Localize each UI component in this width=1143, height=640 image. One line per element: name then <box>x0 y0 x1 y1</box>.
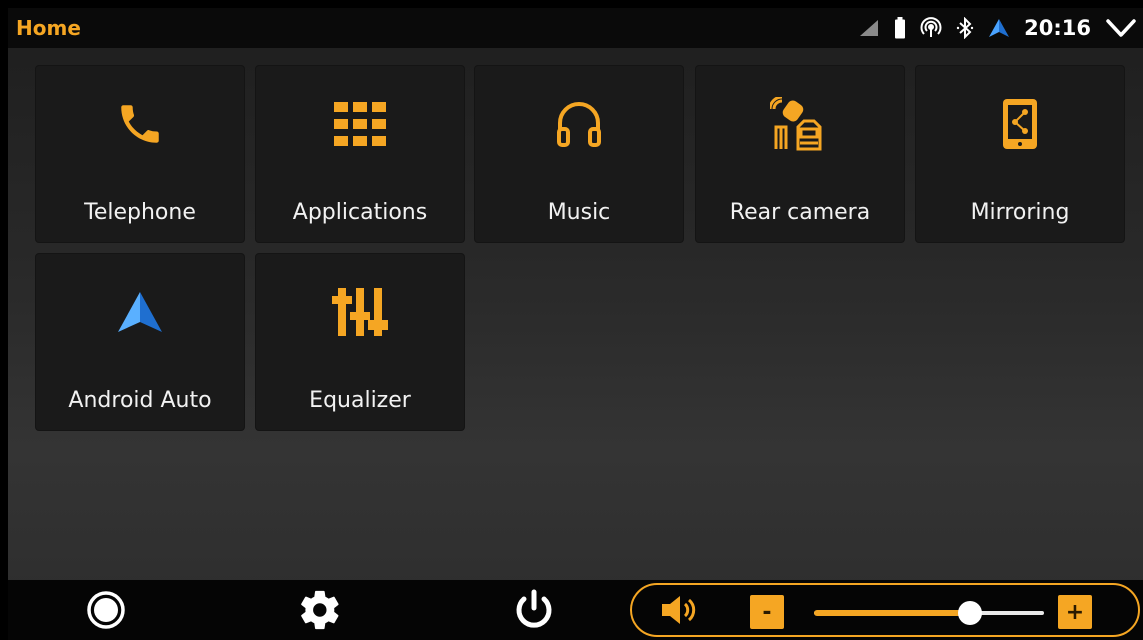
power-button[interactable] <box>504 580 564 640</box>
tile-label: Telephone <box>84 200 196 225</box>
status-bar: Home 20:16 <box>8 8 1143 48</box>
tile-label: Rear camera <box>729 200 871 225</box>
equalizer-icon <box>256 284 464 340</box>
power-icon <box>512 588 556 632</box>
home-screen: Home 20:16 Telephone Applications Music … <box>8 8 1143 640</box>
tile-telephone[interactable]: Telephone <box>36 66 244 242</box>
speaker-icon[interactable] <box>660 594 700 626</box>
bottom-bar: - + <box>8 580 1143 640</box>
tile-equalizer[interactable]: Equalizer <box>256 254 464 430</box>
tile-label: Android Auto <box>68 388 212 413</box>
rear-camera-icon <box>696 96 904 152</box>
tile-android-auto[interactable]: Android Auto <box>36 254 244 430</box>
battery-icon <box>894 17 906 39</box>
headphones-icon <box>475 96 683 152</box>
volume-minus-button[interactable]: - <box>750 595 784 629</box>
tile-label: Mirroring <box>970 200 1070 225</box>
mirroring-icon <box>916 96 1124 152</box>
volume-plus-button[interactable]: + <box>1058 595 1092 629</box>
phone-icon <box>36 96 244 152</box>
home-circle-icon <box>86 590 126 630</box>
chevron-down-icon[interactable] <box>1105 17 1137 39</box>
tile-label: Applications <box>292 200 428 225</box>
page-title: Home <box>16 16 81 40</box>
tile-label: Equalizer <box>309 388 411 413</box>
volume-slider-fill <box>814 610 971 616</box>
tile-mirroring[interactable]: Mirroring <box>916 66 1124 242</box>
home-button[interactable] <box>76 580 136 640</box>
settings-gear-icon <box>297 587 343 633</box>
tile-applications[interactable]: Applications <box>256 66 464 242</box>
bluetooth-icon <box>956 17 974 39</box>
tile-label: Music <box>547 200 611 225</box>
tile-music[interactable]: Music <box>475 66 683 242</box>
settings-button[interactable] <box>290 580 350 640</box>
hotspot-icon <box>920 17 942 39</box>
android-auto-status-icon <box>988 18 1010 38</box>
status-icons: 20:16 <box>858 8 1137 48</box>
cell-signal-icon <box>858 19 880 37</box>
grid-icon <box>256 96 464 152</box>
clock: 20:16 <box>1024 16 1091 40</box>
tile-rear-camera[interactable]: Rear camera <box>696 66 904 242</box>
android-auto-icon <box>36 284 244 340</box>
